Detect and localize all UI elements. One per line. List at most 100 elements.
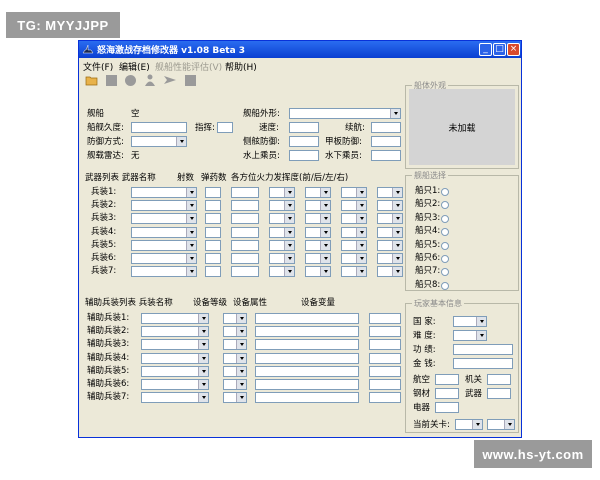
steel-input[interactable] — [435, 388, 459, 399]
range-input[interactable] — [371, 122, 401, 133]
aux-attr-input[interactable] — [255, 326, 359, 338]
weapon-arc-select[interactable] — [341, 253, 367, 264]
menu-help[interactable]: 帮助(H) — [225, 60, 257, 73]
stage-select-2[interactable] — [487, 419, 515, 430]
weapon-arc-select[interactable] — [377, 200, 403, 212]
weapon-rate-input[interactable] — [205, 239, 221, 251]
aux-var-input[interactable] — [369, 352, 401, 364]
command-input[interactable] — [217, 122, 233, 133]
aux-level-select[interactable] — [223, 365, 247, 377]
square-icon[interactable] — [185, 75, 196, 86]
minimize-button[interactable]: _ — [479, 43, 492, 56]
weapon-arc-select[interactable] — [269, 213, 295, 225]
weapon-arc-select[interactable] — [377, 266, 403, 278]
merit-input[interactable] — [453, 344, 513, 355]
weapon-arc-select[interactable] — [305, 266, 331, 278]
ship-shape-select[interactable] — [289, 108, 401, 119]
weapon-ammo-input[interactable] — [231, 253, 259, 264]
aux-name-select[interactable] — [141, 365, 209, 377]
aux-level-select[interactable] — [223, 352, 247, 364]
aux-name-select[interactable] — [141, 339, 209, 351]
maximize-button[interactable]: □ — [493, 43, 506, 56]
weapon-rate-input[interactable] — [205, 200, 221, 212]
open-folder-icon[interactable] — [85, 74, 99, 86]
weapon-rate-input[interactable] — [205, 253, 221, 264]
aux-name-select[interactable] — [141, 326, 209, 338]
aux-level-select[interactable] — [223, 313, 247, 324]
weapon-arc-select[interactable] — [305, 213, 331, 225]
weapon-arc-select[interactable] — [305, 200, 331, 212]
weapon-rate-input[interactable] — [205, 213, 221, 225]
weapon-ammo-input[interactable] — [231, 266, 259, 278]
weapon-arc-select[interactable] — [377, 239, 403, 251]
weapon-name-select[interactable] — [131, 213, 197, 225]
aux-level-select[interactable] — [223, 379, 247, 390]
speed-input[interactable] — [289, 122, 319, 133]
weapon-arc-select[interactable] — [269, 266, 295, 278]
weapon-arc-select[interactable] — [305, 226, 331, 238]
ship-slot-radio[interactable] — [441, 188, 449, 196]
electric-input[interactable] — [435, 402, 459, 413]
weapon-arc-select[interactable] — [341, 213, 367, 225]
durability-input[interactable] — [131, 122, 187, 133]
weapon-arc-select[interactable] — [377, 253, 403, 264]
weapon-arc-select[interactable] — [269, 200, 295, 212]
weapon-arc-select[interactable] — [341, 266, 367, 278]
money-input[interactable] — [453, 358, 513, 369]
weapon-arc-select[interactable] — [269, 253, 295, 264]
aux-attr-input[interactable] — [255, 339, 359, 351]
weapon-arc-select[interactable] — [305, 239, 331, 251]
weapon-name-select[interactable] — [131, 226, 197, 238]
weapon-ammo-input[interactable] — [231, 226, 259, 238]
menu-edit[interactable]: 编辑(E) — [119, 60, 150, 73]
aux-attr-input[interactable] — [255, 365, 359, 377]
aux-attr-input[interactable] — [255, 392, 359, 404]
weapon-arc-select[interactable] — [341, 187, 367, 198]
close-button[interactable]: × — [507, 43, 520, 56]
aux-var-input[interactable] — [369, 379, 401, 390]
country-select[interactable] — [453, 316, 487, 327]
weapon-rate-input[interactable] — [205, 226, 221, 238]
aux-name-select[interactable] — [141, 352, 209, 364]
weapon-name-select[interactable] — [131, 253, 197, 264]
weapon-name-select[interactable] — [131, 187, 197, 198]
weapon-arc-select[interactable] — [341, 200, 367, 212]
aux-var-input[interactable] — [369, 392, 401, 404]
aux-var-input[interactable] — [369, 365, 401, 377]
aux-level-select[interactable] — [223, 326, 247, 338]
aux-level-select[interactable] — [223, 339, 247, 351]
weapon-arc-select[interactable] — [341, 239, 367, 251]
weapon-arc-select[interactable] — [341, 226, 367, 238]
weapon-name-select[interactable] — [131, 239, 197, 251]
weapon-arc-select[interactable] — [269, 226, 295, 238]
ship-slot-radio[interactable] — [441, 214, 449, 223]
deck-armor-input[interactable] — [371, 136, 401, 147]
weapon-rate-input[interactable] — [205, 187, 221, 198]
ship-slot-radio[interactable] — [441, 281, 449, 290]
arrow-icon[interactable] — [163, 74, 177, 86]
weapon-ammo-input[interactable] — [231, 239, 259, 251]
aux-level-select[interactable] — [223, 392, 247, 404]
weapon-tech-input[interactable] — [487, 388, 511, 399]
aviation-input[interactable] — [435, 374, 459, 385]
aux-attr-input[interactable] — [255, 313, 359, 324]
aux-attr-input[interactable] — [255, 379, 359, 390]
circle-icon[interactable] — [125, 75, 136, 86]
stage-select-1[interactable] — [455, 419, 483, 430]
aux-name-select[interactable] — [141, 392, 209, 404]
difficulty-select[interactable] — [453, 330, 487, 341]
aux-var-input[interactable] — [369, 313, 401, 324]
weapon-arc-select[interactable] — [377, 213, 403, 225]
aux-name-select[interactable] — [141, 379, 209, 390]
surface-crew-input[interactable] — [289, 150, 319, 161]
menu-file[interactable]: 文件(F) — [83, 60, 113, 73]
aux-var-input[interactable] — [369, 339, 401, 351]
weapon-name-select[interactable] — [131, 200, 197, 212]
title-bar[interactable]: 怒海激战存档修改器 v1.08 Beta 3 _ □ × — [79, 41, 521, 58]
weapon-arc-select[interactable] — [377, 226, 403, 238]
weapon-ammo-input[interactable] — [231, 213, 259, 225]
ship-slot-radio[interactable] — [441, 241, 449, 250]
weapon-arc-select[interactable] — [377, 187, 403, 198]
weapon-arc-select[interactable] — [305, 187, 331, 198]
defense-select[interactable] — [131, 136, 187, 147]
